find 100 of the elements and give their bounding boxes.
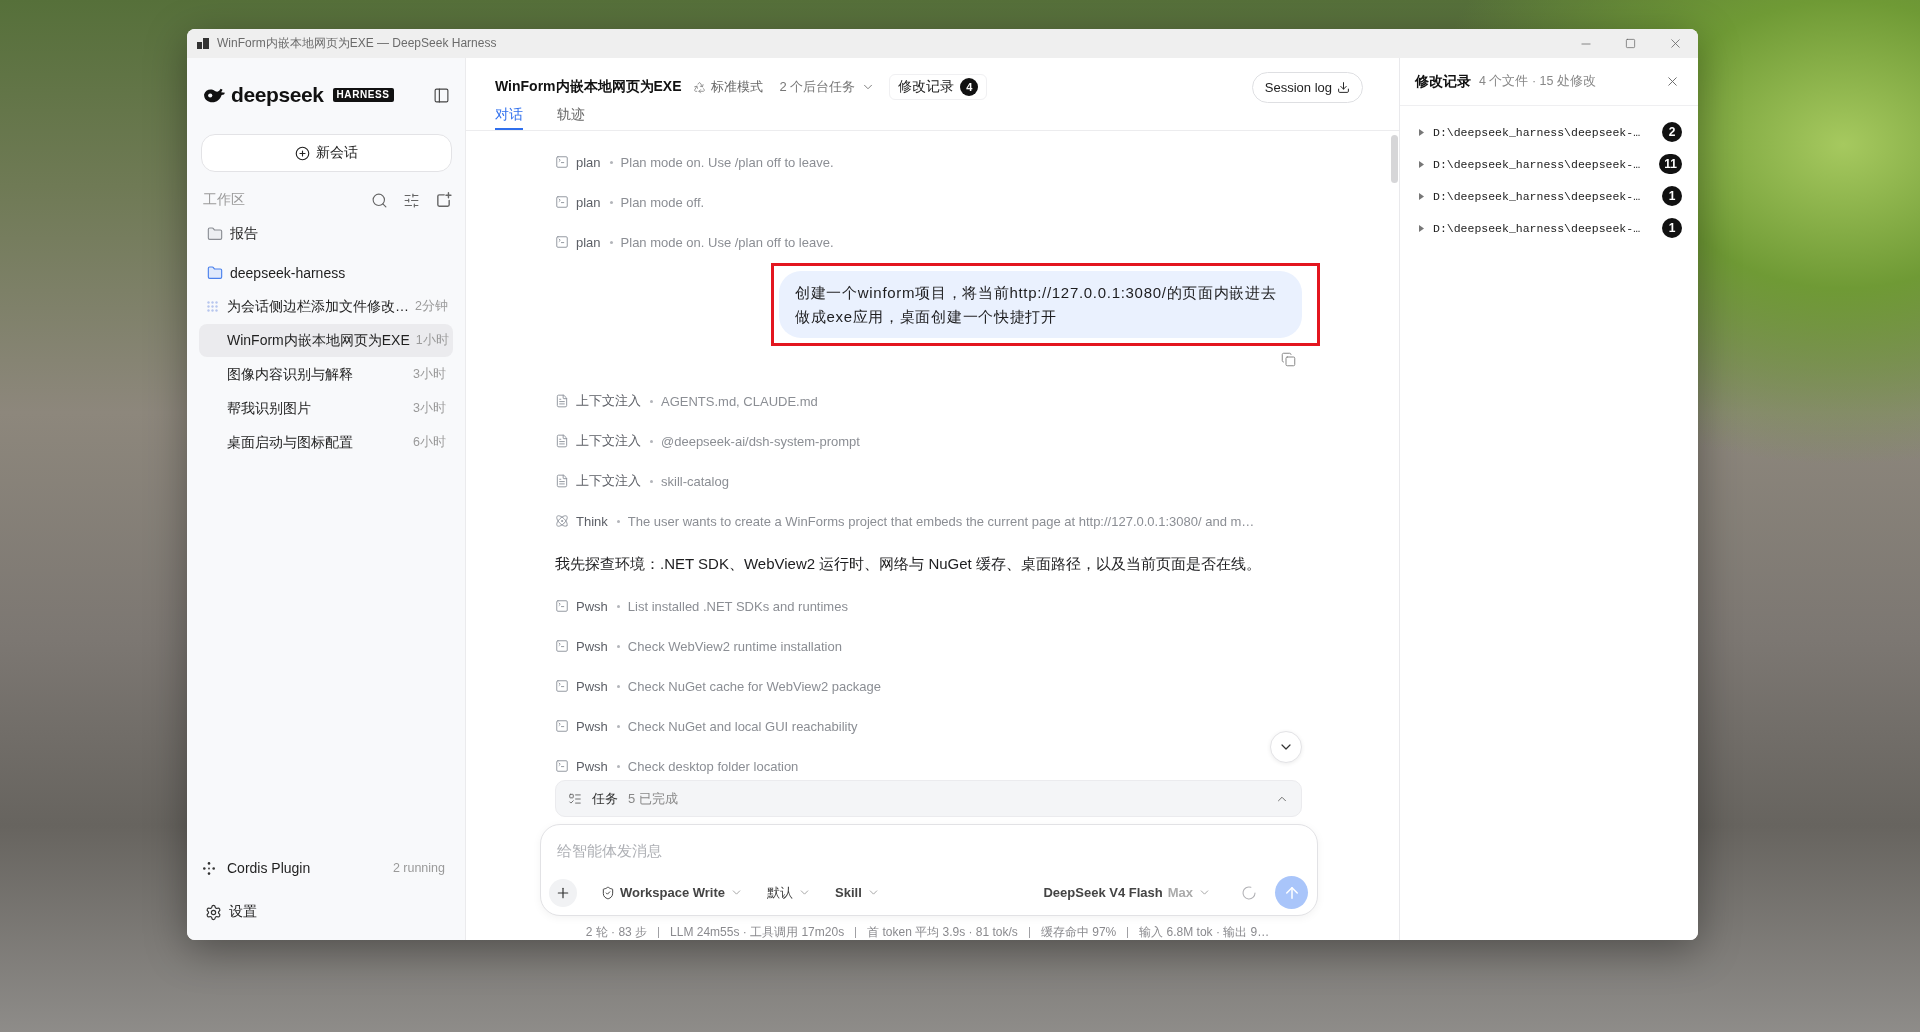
event-label: 上下文注入 <box>576 472 641 490</box>
copy-icon[interactable] <box>1281 352 1296 367</box>
conversation-title: WinForm内嵌本地网页为EXE <box>495 78 682 96</box>
event-detail: AGENTS.md, CLAUDE.md <box>661 393 818 409</box>
separator-dot-icon <box>609 240 613 244</box>
square-plus-icon[interactable] <box>435 191 452 209</box>
terminal-icon <box>555 195 569 209</box>
logo-wordmark: deepseek <box>231 83 324 107</box>
status-text: 缓存命中 97% <box>1040 923 1117 940</box>
count-badge: 11 <box>1659 154 1682 174</box>
event-detail: skill-catalog <box>661 473 729 489</box>
file-item[interactable]: D:\deepseek_harness\deepseek-… 1 <box>1400 212 1698 244</box>
attach-button[interactable] <box>549 878 577 907</box>
count-badge: 2 <box>1662 122 1682 142</box>
mode-label: 标准模式 <box>710 78 763 96</box>
file-item[interactable]: D:\deepseek_harness\deepseek-… 1 <box>1400 180 1698 212</box>
event-detail: Check desktop folder location <box>627 758 799 774</box>
recycle-icon <box>692 80 706 94</box>
terminal-icon <box>555 155 569 169</box>
filter-icon[interactable] <box>403 191 420 209</box>
folder-item[interactable]: 报告 <box>201 218 452 250</box>
folder-item[interactable]: deepseek-harness <box>201 257 452 289</box>
event-label: plan <box>576 234 601 250</box>
session-item[interactable]: 桌面启动与图标配置 6小时 <box>199 426 453 459</box>
model-dropdown[interactable]: DeepSeek V4 Flash Max <box>1043 885 1211 900</box>
session-log-button[interactable]: Session log <box>1251 71 1363 103</box>
separator-dot-icon <box>616 604 620 608</box>
terminal-icon <box>555 759 569 773</box>
file-item[interactable]: D:\deepseek_harness\deepseek-… 11 <box>1400 148 1698 180</box>
session-item[interactable]: 图像内容识别与解释 3小时 <box>199 358 453 391</box>
separator-dot-icon <box>616 684 620 688</box>
effort-label: Max <box>1167 885 1193 900</box>
skill-dropdown[interactable]: Skill <box>835 885 880 900</box>
task-list-icon <box>568 791 582 806</box>
maximize-icon[interactable] <box>1625 38 1636 49</box>
settings-item[interactable]: 设置 <box>201 896 452 928</box>
loading-spinner-icon <box>1241 884 1257 901</box>
event-detail: Plan mode on. Use /plan off to leave. <box>620 234 834 250</box>
close-icon[interactable] <box>1668 36 1683 51</box>
session-time: 3小时 <box>412 400 446 417</box>
separator-dot-icon <box>650 479 653 483</box>
separator-dot-icon <box>616 644 620 648</box>
close-icon[interactable] <box>1665 74 1680 89</box>
event-label: plan <box>576 194 601 210</box>
search-icon[interactable] <box>371 191 388 209</box>
event-detail: Check WebView2 runtime installation <box>627 638 842 654</box>
session-time: 2分钟 <box>414 298 448 315</box>
event-detail: Plan mode on. Use /plan off to leave. <box>620 154 834 170</box>
event-label: Pwsh <box>576 678 608 694</box>
document-icon <box>555 434 569 448</box>
new-chat-button[interactable]: 新会话 <box>201 134 452 172</box>
event-label: 上下文注入 <box>576 392 641 410</box>
separator-dot-icon <box>650 399 653 403</box>
session-time: 3小时 <box>412 366 446 383</box>
shield-icon <box>601 885 615 900</box>
mode-dropdown[interactable]: 默认 <box>767 883 811 902</box>
panel-summary: 4 个文件 · 15 处修改 <box>1479 73 1596 90</box>
session-item[interactable]: 帮我识别图片 3小时 <box>199 392 453 425</box>
changes-button[interactable]: 修改记录 4 <box>889 74 988 100</box>
atom-icon <box>555 514 569 528</box>
permission-dropdown[interactable]: Workspace Write <box>601 885 743 900</box>
terminal-icon <box>555 235 569 249</box>
session-item[interactable]: 为会话侧边栏添加文件修改… 2分钟 <box>199 290 453 323</box>
event-label: Pwsh <box>576 638 608 654</box>
tasks-label: 任务 <box>592 789 618 808</box>
window-title: WinForm内嵌本地网页为EXE — DeepSeek Harness <box>217 35 497 52</box>
file-item[interactable]: D:\deepseek_harness\deepseek-… 2 <box>1400 116 1698 148</box>
tasks-bar[interactable]: 任务 5 已完成 <box>555 780 1302 817</box>
event-label: 上下文注入 <box>576 432 641 450</box>
event-detail: The user wants to create a WinForms project that embeds the current page at http://127.0.0.1:3080/ and m… <box>627 513 1255 529</box>
separator-dot-icon <box>609 200 613 204</box>
panel-title: 修改记录 <box>1415 72 1471 91</box>
scrollbar-thumb[interactable] <box>1391 135 1398 183</box>
plugin-icon <box>203 861 215 875</box>
separator-dot-icon <box>616 519 620 523</box>
separator-dot-icon <box>616 724 620 728</box>
terminal-icon <box>555 679 569 693</box>
plus-circle-icon <box>295 145 310 161</box>
status-text: 输入 6.8M tok · 输出 9… <box>1139 923 1270 940</box>
terminal-icon <box>555 599 569 613</box>
assistant-message: 我先探查环境：.NET SDK、WebView2 运行时、网络与 NuGet 缓存、桌面路径，以及当前页面是否在线。 <box>555 554 1262 574</box>
terminal-icon <box>555 639 569 653</box>
plugin-status: 2 running <box>392 861 445 875</box>
terminal-icon <box>555 719 569 733</box>
tab[interactable]: 轨迹 <box>557 102 585 130</box>
event-label: Pwsh <box>576 758 608 774</box>
status-text: 2 轮 · 83 步 <box>585 923 648 940</box>
app-icon <box>197 38 209 49</box>
background-tasks-dropdown[interactable]: 2 个后台任务 <box>779 78 876 96</box>
document-icon <box>555 394 569 408</box>
event-detail: Check NuGet and local GUI reachability <box>627 718 858 734</box>
separator-dot-icon <box>650 439 653 443</box>
plugin-item[interactable]: Cordis Plugin 2 running <box>201 852 452 884</box>
session-item[interactable]: WinForm内嵌本地网页为EXE 1小时 <box>199 324 453 357</box>
count-badge: 4 <box>960 78 979 96</box>
session-time: 1小时 <box>414 332 449 349</box>
scroll-down-button[interactable] <box>1270 731 1302 763</box>
tab[interactable]: 对话 <box>495 102 523 130</box>
sidebar-toggle-icon[interactable] <box>433 86 450 104</box>
message-input[interactable]: 给智能体发消息 <box>557 839 1297 861</box>
